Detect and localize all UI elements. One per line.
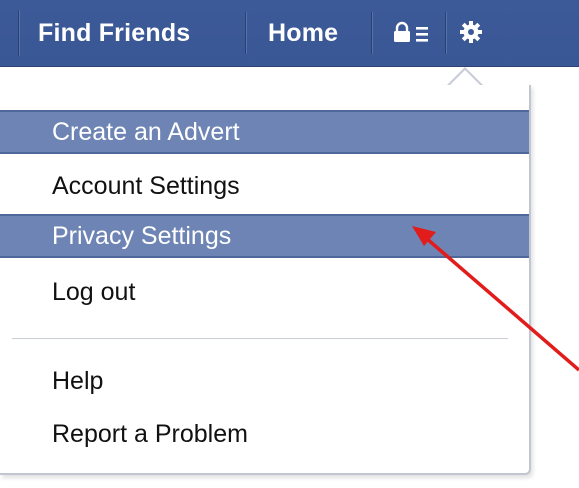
find-friends-link[interactable]: Find Friends: [38, 0, 190, 66]
menu-item-report-a-problem[interactable]: Report a Problem: [0, 412, 529, 456]
top-navigation-bar: Find Friends Home: [0, 0, 579, 67]
dropdown-caret-fill: [449, 70, 481, 86]
account-menu-button[interactable]: [446, 0, 512, 66]
nav-separator: [18, 10, 19, 56]
menu-item-privacy-settings[interactable]: Privacy Settings: [0, 214, 529, 258]
gear-icon: [459, 20, 483, 44]
nav-separator: [245, 12, 246, 54]
menu-item-create-an-advert[interactable]: Create an Advert: [0, 110, 529, 154]
home-link[interactable]: Home: [268, 0, 338, 66]
menu-divider: [12, 338, 508, 339]
account-dropdown-menu: Create an Advert Account Settings Privac…: [0, 85, 531, 475]
nav-separator: [371, 12, 372, 54]
menu-item-account-settings[interactable]: Account Settings: [0, 164, 529, 208]
menu-item-help[interactable]: Help: [0, 359, 529, 403]
menu-item-log-out[interactable]: Log out: [0, 270, 529, 314]
lock-list-icon[interactable]: [393, 21, 433, 45]
